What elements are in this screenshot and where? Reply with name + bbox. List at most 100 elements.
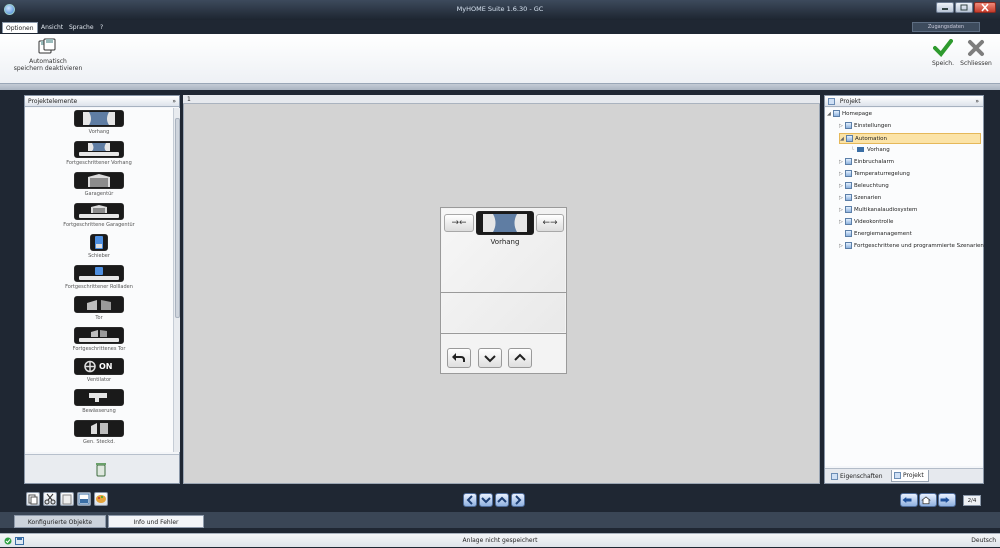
pin-icon[interactable]: » <box>172 96 176 107</box>
down-button[interactable] <box>478 348 502 368</box>
title-bar: MyHOME Suite 1.6.30 - GC <box>0 0 1000 20</box>
curtain-icon <box>74 110 124 127</box>
tree-item-label: Automation <box>855 136 888 142</box>
tree-item-multikanalaudiosystem[interactable]: ▷ Multikanalaudiosystem <box>839 205 917 216</box>
tree-item-videokontrolle[interactable]: ▷ Videokontrolle <box>839 217 893 228</box>
tree-item-temperaturregelung[interactable]: ▷ Temperaturregelung <box>839 169 910 180</box>
page-counter: 2/4 <box>963 495 981 506</box>
tree-item-szenarien[interactable]: ▷ Szenarien <box>839 193 881 204</box>
tree-item-label: Einstellungen <box>854 123 892 129</box>
tree-item-label: Fortgeschrittene und programmierte Szena… <box>854 243 984 249</box>
autosave-toggle-button[interactable]: Automatisch speichern deaktivieren <box>8 38 88 78</box>
tree-item-einbruchalarm[interactable]: ▷ Einbruchalarm <box>839 157 894 168</box>
autosave-label-1: Automatisch <box>29 58 67 65</box>
nav-down-button[interactable] <box>479 493 493 507</box>
element-item[interactable]: Tor <box>25 296 173 321</box>
home-button[interactable] <box>919 493 937 507</box>
menu-help[interactable]: ? <box>97 22 106 33</box>
curtain-device-icon <box>476 211 534 235</box>
tab-label: Projekt <box>903 472 924 479</box>
pin-icon[interactable]: » <box>975 96 979 107</box>
element-item[interactable]: Garagentür <box>25 172 173 197</box>
tab-konfigurierte-objekte[interactable]: Konfigurierte Objekte <box>14 515 106 528</box>
tree-item-energiemanagement[interactable]: Energiemanagement <box>839 229 912 240</box>
project-tree: ◢ Homepage ▷ Einstellungen ◢ Automation └ Vo… <box>825 108 984 466</box>
tab-projekt[interactable]: Projekt <box>891 470 929 482</box>
copy-page-button[interactable] <box>26 492 40 506</box>
page-icon <box>833 110 840 117</box>
trash-icon <box>96 463 106 477</box>
divider <box>441 292 566 293</box>
layout-button[interactable] <box>77 492 91 506</box>
tree-item-automation[interactable]: ◢ Automation <box>839 133 981 144</box>
curtain-close-button[interactable]: →← <box>444 214 474 232</box>
element-item[interactable]: Fortgeschrittener Vorhang <box>25 141 173 166</box>
stop-button[interactable] <box>447 348 471 368</box>
previous-page-button[interactable] <box>900 493 918 507</box>
minimize-button[interactable] <box>936 2 954 13</box>
menu-optionen[interactable]: Optionen <box>2 22 38 33</box>
ribbon: Automatisch speichern deaktivieren Speic… <box>0 34 1000 84</box>
nav-up-button[interactable] <box>495 493 509 507</box>
tree-item-label: Beleuchtung <box>854 183 889 189</box>
tree-item-beleuchtung[interactable]: ▷ Beleuchtung <box>839 181 889 192</box>
tree-item-einstellungen[interactable]: ▷ Einstellungen <box>839 121 891 132</box>
device-preview: →← ←→ Vorhang <box>440 207 567 374</box>
chevron-up-icon <box>514 353 526 361</box>
element-item[interactable]: Fortgeschrittenes Tor <box>25 327 173 352</box>
x-close-icon <box>968 40 984 56</box>
copy-icon <box>28 494 38 505</box>
element-label: Fortgeschrittener Vorhang <box>66 160 132 166</box>
maximize-button[interactable] <box>955 2 973 13</box>
back-arrow-icon <box>452 353 465 362</box>
tree-item-homepage[interactable]: ◢ Homepage <box>827 109 872 120</box>
element-item[interactable]: Bewässerung <box>25 389 173 414</box>
close-window-button[interactable] <box>974 2 996 13</box>
elements-scrollbar[interactable] <box>173 108 180 452</box>
tree-item-fortgeschrittene-szenarien[interactable]: ▷ Fortgeschrittene und programmierte Szen… <box>839 241 984 252</box>
menu-bar: Optionen Ansicht Sprache ? <box>0 20 1000 34</box>
status-bar: Anlage nicht gespeichert Deutsch <box>0 533 1000 547</box>
element-item[interactable]: Vorhang <box>25 110 173 135</box>
project-panel: Projekt » ◢ Homepage ▷ Einstellungen ◢ Auto… <box>824 95 984 484</box>
divider <box>441 333 566 334</box>
element-item[interactable]: Gen. Steckd. <box>25 420 173 445</box>
curtain-open-button[interactable]: ←→ <box>536 214 564 232</box>
status-message: Anlage nicht gespeichert <box>462 537 538 544</box>
trash-area[interactable] <box>25 454 179 483</box>
element-item[interactable]: Fortgeschrittener Rollladen <box>25 265 173 290</box>
palette-button[interactable] <box>94 492 108 506</box>
cut-button[interactable] <box>43 492 57 506</box>
paste-button[interactable] <box>60 492 74 506</box>
language-indicator[interactable]: Deutsch <box>971 534 996 548</box>
page-icon <box>845 194 852 201</box>
element-item[interactable]: Fortgeschrittene Garagentür <box>25 203 173 228</box>
menu-sprache[interactable]: Sprache <box>66 22 97 33</box>
element-item[interactable]: ON Ventilator <box>25 358 173 383</box>
element-item[interactable]: Schieber <box>25 234 173 259</box>
menu-ansicht[interactable]: Ansicht <box>38 22 66 33</box>
advanced-garage-door-icon <box>74 203 124 220</box>
slider-icon <box>90 234 108 251</box>
palette-icon <box>96 495 106 503</box>
chevron-down-icon <box>484 355 496 363</box>
page-number: 1 <box>187 96 191 103</box>
arrow-right-icon <box>940 497 950 503</box>
minimize-icon <box>942 8 948 10</box>
close-project-button[interactable]: Schliessen <box>956 38 996 72</box>
nav-right-button[interactable] <box>511 493 525 507</box>
curtain-small-icon <box>857 147 864 152</box>
tree-item-vorhang[interactable]: └ Vorhang <box>851 145 890 156</box>
up-button[interactable] <box>508 348 532 368</box>
access-data-button[interactable]: Zugangsdaten <box>912 22 980 32</box>
next-page-button[interactable] <box>938 493 956 507</box>
home-icon <box>921 496 931 505</box>
save-button[interactable]: Speich. <box>928 38 958 72</box>
tab-info-und-fehler[interactable]: Info und Fehler <box>108 515 204 528</box>
nav-left-button[interactable] <box>463 493 477 507</box>
tree-item-label: Videokontrolle <box>854 219 894 225</box>
elements-panel: Projektelemente » Vorhang Fortgeschritte… <box>24 95 180 484</box>
tab-eigenschaften[interactable]: Eigenschaften <box>831 471 889 482</box>
chevron-right-icon <box>515 495 522 505</box>
scroll-thumb[interactable] <box>175 118 180 318</box>
